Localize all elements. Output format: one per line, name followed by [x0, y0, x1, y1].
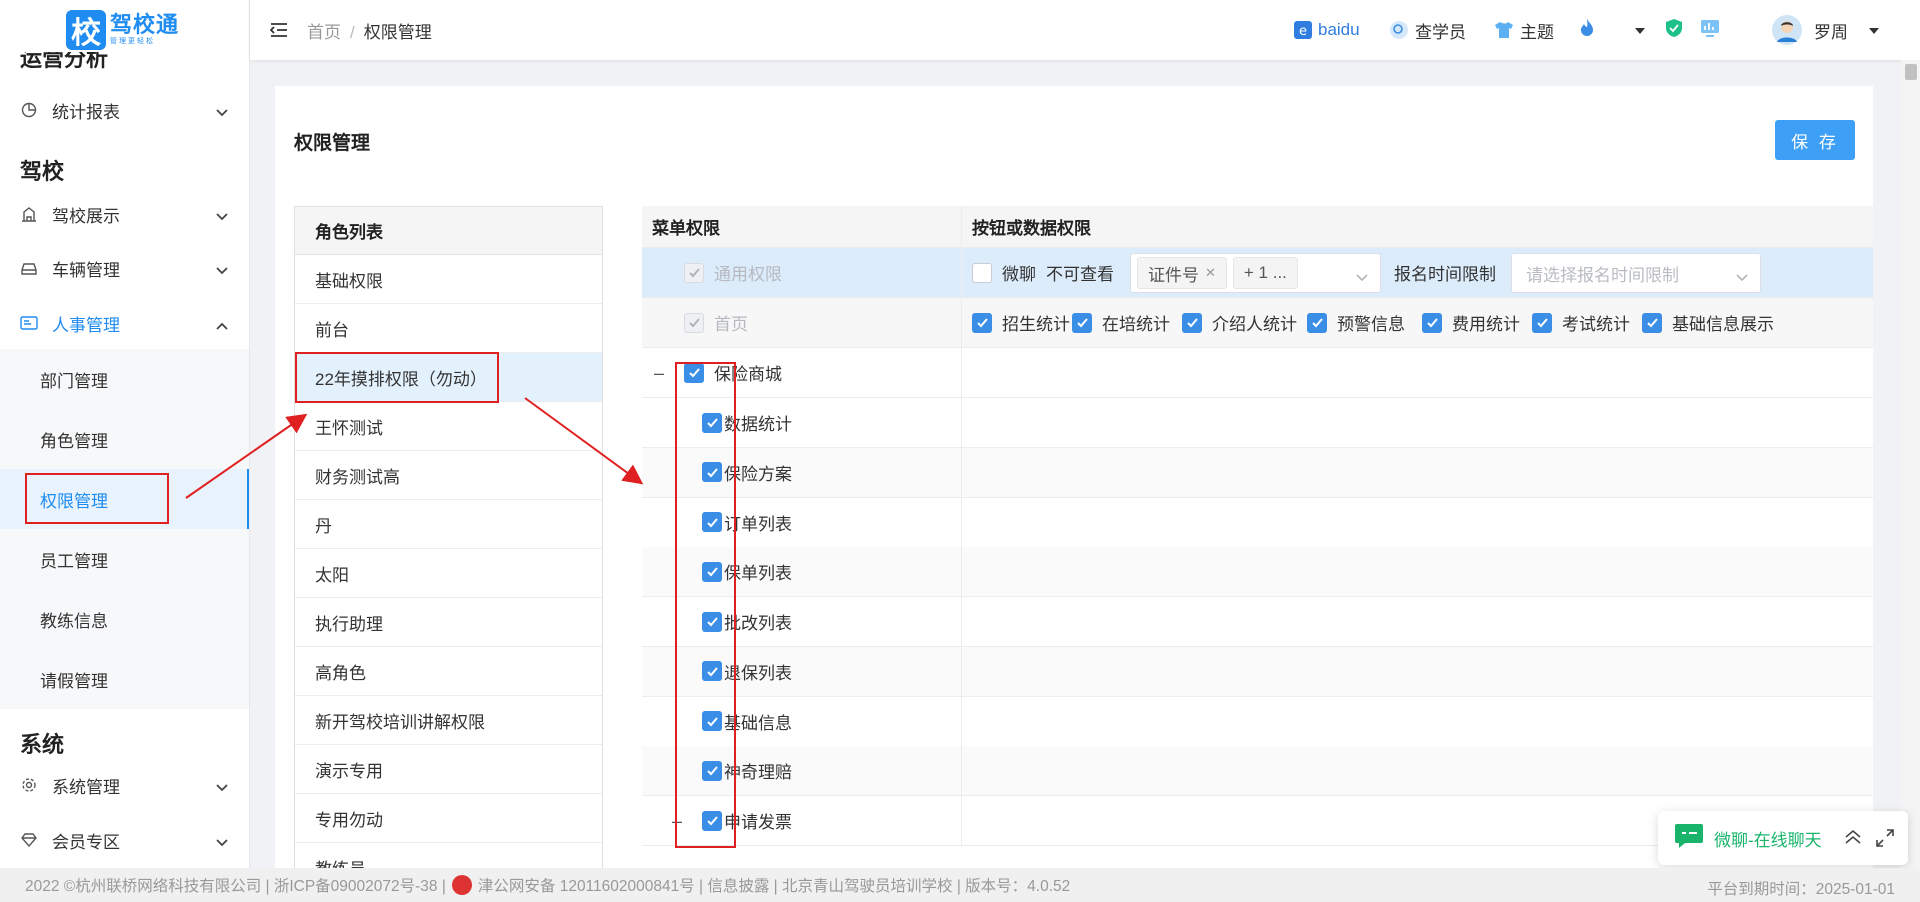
expand-icon[interactable]	[1876, 829, 1894, 852]
arrow-role-to-perms	[524, 397, 644, 485]
chat-label: 微聊-在线聊天	[1714, 830, 1822, 850]
chevron-up-icon[interactable]	[1844, 829, 1862, 850]
annotation-arrows	[185, 397, 644, 499]
police-badge-icon	[451, 875, 472, 895]
footer: 2022 ©杭州联桥网络科技有限公司 | 浙ICP备09002072号-38 |…	[0, 868, 1920, 902]
arrow-sidebar-to-role	[185, 413, 308, 499]
footer-copyright: 2022 ©杭州联桥网络科技有限公司 | 浙ICP备09002072号-38 |	[25, 878, 446, 895]
chat-widget[interactable]: 微聊-在线聊天	[1658, 811, 1908, 865]
chat-bubble-icon	[1674, 823, 1704, 854]
footer-police: 津公网安备 12011602000841号 | 信息披露 | 北京青山驾驶员培训…	[477, 878, 1071, 895]
footer-expiry: 平台到期时间：2025-01-01	[1707, 881, 1895, 898]
